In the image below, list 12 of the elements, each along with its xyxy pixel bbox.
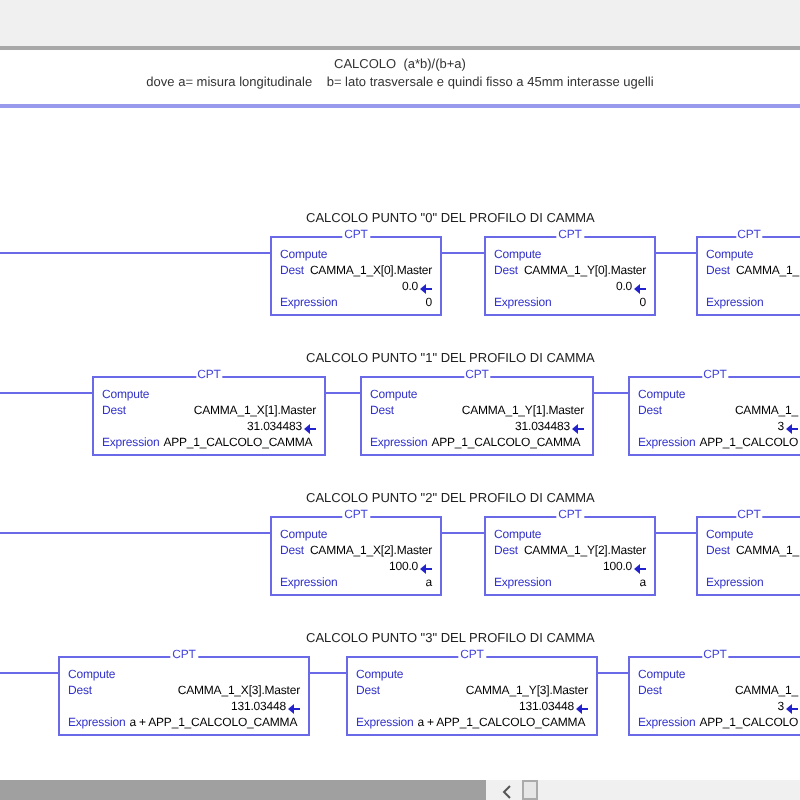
arrow-icon — [304, 423, 316, 433]
arrow-icon — [288, 703, 300, 713]
arrow-icon — [420, 283, 432, 293]
horizontal-scrollbar[interactable] — [0, 780, 800, 800]
arrow-icon — [572, 423, 584, 433]
arrow-icon — [786, 423, 798, 433]
arrow-icon — [576, 703, 588, 713]
arrow-icon — [634, 563, 646, 573]
scroll-thumb[interactable] — [522, 780, 538, 800]
arrow-icon — [786, 703, 798, 713]
arrow-icon — [420, 563, 432, 573]
arrow-icon — [634, 283, 646, 293]
